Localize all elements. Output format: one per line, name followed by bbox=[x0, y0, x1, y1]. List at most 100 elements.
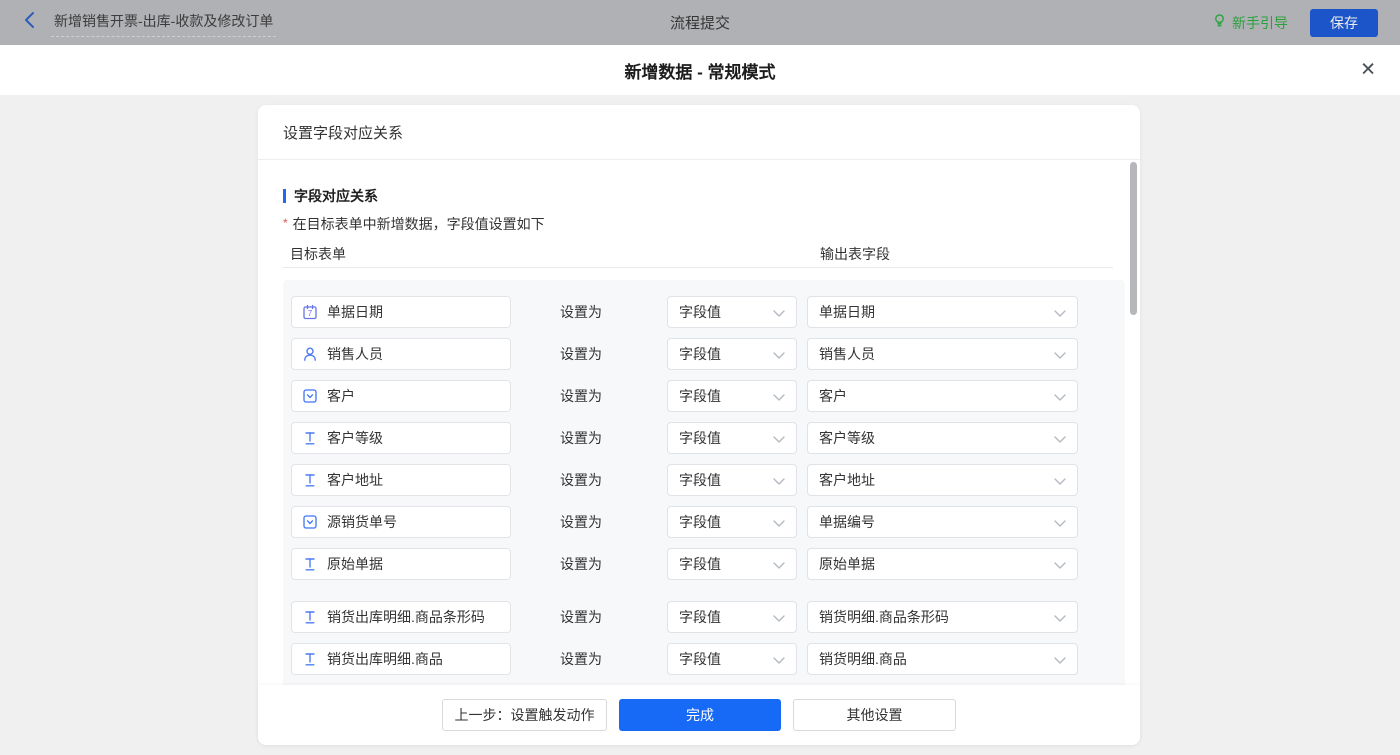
column-header-target-form: 目标表单 bbox=[290, 246, 346, 262]
field-mapping-row: 客户地址 设置为 字段值 客户地址 bbox=[291, 464, 1125, 496]
save-button[interactable]: 保存 bbox=[1310, 8, 1378, 37]
chevron-left-icon bbox=[22, 11, 38, 34]
output-field-select[interactable]: 客户地址 bbox=[807, 464, 1078, 496]
output-select-value: 原始单据 bbox=[819, 556, 875, 572]
text-icon bbox=[302, 651, 318, 667]
method-select-value: 字段值 bbox=[679, 388, 721, 404]
chevron-down-icon bbox=[1054, 304, 1066, 320]
set-as-label: 设置为 bbox=[560, 556, 602, 572]
workflow-title[interactable]: 新增销售开票-出库-收款及修改订单 bbox=[51, 9, 277, 37]
method-select-value: 字段值 bbox=[679, 346, 721, 362]
output-select-value: 销售人员 bbox=[819, 346, 875, 362]
modal-title: 新增数据 - 常规模式 bbox=[624, 62, 776, 82]
output-field-select[interactable]: 原始单据 bbox=[807, 548, 1078, 580]
target-field-box[interactable]: 销货出库明细.商品条形码 bbox=[291, 601, 511, 633]
target-field-box[interactable]: 销货出库明细.商品 bbox=[291, 643, 511, 675]
method-select-value: 字段值 bbox=[679, 472, 721, 488]
target-field-box[interactable]: 客户地址 bbox=[291, 464, 511, 496]
rows-container: 7 单据日期 设置为 字段值 单据日期 销售人员 设置为 字段值 销售人员 客户… bbox=[283, 280, 1125, 685]
chevron-down-icon bbox=[1054, 514, 1066, 530]
set-as-label: 设置为 bbox=[560, 514, 602, 530]
target-field-box[interactable]: 7 单据日期 bbox=[291, 296, 511, 328]
vertical-scrollbar-thumb[interactable] bbox=[1130, 162, 1137, 315]
output-field-select[interactable]: 销货明细.商品 bbox=[807, 643, 1078, 675]
field-mapping-row: 客户 设置为 字段值 客户 bbox=[291, 380, 1125, 412]
chevron-down-icon bbox=[773, 472, 785, 488]
modal-header: 新增数据 - 常规模式 ✕ bbox=[0, 45, 1400, 95]
chevron-down-icon bbox=[1054, 651, 1066, 667]
chevron-down-icon bbox=[773, 430, 785, 446]
method-select[interactable]: 字段值 bbox=[667, 422, 797, 454]
set-as-label: 设置为 bbox=[560, 430, 602, 446]
method-select[interactable]: 字段值 bbox=[667, 548, 797, 580]
svg-text:7: 7 bbox=[308, 309, 313, 318]
chevron-down-icon bbox=[1054, 556, 1066, 572]
target-field-box[interactable]: 销售人员 bbox=[291, 338, 511, 370]
column-header-divider bbox=[283, 267, 1113, 268]
text-icon bbox=[302, 472, 318, 488]
target-field-label: 客户等级 bbox=[327, 430, 383, 446]
target-field-box[interactable]: 客户等级 bbox=[291, 422, 511, 454]
target-field-label: 销货出库明细.商品条形码 bbox=[327, 609, 485, 625]
method-select[interactable]: 字段值 bbox=[667, 380, 797, 412]
done-button[interactable]: 完成 bbox=[619, 699, 781, 731]
output-field-select[interactable]: 客户等级 bbox=[807, 422, 1078, 454]
column-header-output-field: 输出表字段 bbox=[820, 246, 890, 262]
select-icon bbox=[302, 388, 318, 404]
topbar: 新增销售开票-出库-收款及修改订单 流程提交 新手引导 保存 bbox=[0, 0, 1400, 45]
method-select-value: 字段值 bbox=[679, 609, 721, 625]
previous-step-button[interactable]: 上一步：设置触发动作 bbox=[442, 699, 607, 731]
text-icon bbox=[302, 609, 318, 625]
method-select[interactable]: 字段值 bbox=[667, 296, 797, 328]
output-field-select[interactable]: 客户 bbox=[807, 380, 1078, 412]
output-field-select[interactable]: 销货明细.商品条形码 bbox=[807, 601, 1078, 633]
field-mapping-card: 设置字段对应关系 字段对应关系 * 在目标表单中新增数据，字段值设置如下 目标表单… bbox=[258, 105, 1140, 745]
output-field-select[interactable]: 单据编号 bbox=[807, 506, 1078, 538]
set-as-label: 设置为 bbox=[560, 472, 602, 488]
output-field-select[interactable]: 销售人员 bbox=[807, 338, 1078, 370]
target-field-label: 客户地址 bbox=[327, 472, 383, 488]
method-select[interactable]: 字段值 bbox=[667, 506, 797, 538]
target-field-box[interactable]: 原始单据 bbox=[291, 548, 511, 580]
workflow-type-label: 流程提交 bbox=[669, 15, 731, 32]
output-field-select[interactable]: 单据日期 bbox=[807, 296, 1078, 328]
chevron-down-icon bbox=[1054, 388, 1066, 404]
chevron-down-icon bbox=[773, 514, 785, 530]
method-select-value: 字段值 bbox=[679, 304, 721, 320]
beginner-guide-label: 新手引导 bbox=[1232, 14, 1288, 31]
method-select[interactable]: 字段值 bbox=[667, 464, 797, 496]
field-mapping-row: 客户等级 设置为 字段值 客户等级 bbox=[291, 422, 1125, 454]
target-field-label: 客户 bbox=[327, 388, 355, 404]
chevron-down-icon bbox=[1054, 430, 1066, 446]
method-select-value: 字段值 bbox=[679, 514, 721, 530]
chevron-down-icon bbox=[773, 346, 785, 362]
required-asterisk: * bbox=[283, 216, 288, 230]
set-as-label: 设置为 bbox=[560, 651, 602, 667]
field-mapping-row: 7 单据日期 设置为 字段值 单据日期 bbox=[291, 296, 1125, 328]
field-mapping-row: 销货出库明细.商品 设置为 字段值 销货明细.商品 bbox=[291, 643, 1125, 675]
target-field-box[interactable]: 源销货单号 bbox=[291, 506, 511, 538]
method-select[interactable]: 字段值 bbox=[667, 601, 797, 633]
text-icon bbox=[302, 430, 318, 446]
card-footer: 上一步：设置触发动作 完成 其他设置 bbox=[258, 685, 1140, 745]
chevron-down-icon bbox=[773, 556, 785, 572]
other-settings-button[interactable]: 其他设置 bbox=[793, 699, 956, 731]
card-title: 设置字段对应关系 bbox=[258, 105, 1140, 160]
back-button[interactable] bbox=[22, 11, 38, 34]
method-select-value: 字段值 bbox=[679, 556, 721, 572]
set-as-label: 设置为 bbox=[560, 388, 602, 404]
target-field-box[interactable]: 客户 bbox=[291, 380, 511, 412]
method-select[interactable]: 字段值 bbox=[667, 338, 797, 370]
chevron-down-icon bbox=[773, 651, 785, 667]
field-mapping-row: 销售人员 设置为 字段值 销售人员 bbox=[291, 338, 1125, 370]
field-mapping-row: 原始单据 设置为 字段值 原始单据 bbox=[291, 548, 1125, 580]
beginner-guide-link[interactable]: 新手引导 bbox=[1212, 13, 1288, 33]
section-title: 字段对应关系 bbox=[294, 188, 378, 204]
calendar-icon: 7 bbox=[302, 304, 318, 320]
chevron-down-icon bbox=[773, 609, 785, 625]
close-icon[interactable]: ✕ bbox=[1360, 61, 1376, 80]
set-as-label: 设置为 bbox=[560, 304, 602, 320]
field-mapping-row: 销货出库明细.商品条形码 设置为 字段值 销货明细.商品条形码 bbox=[291, 601, 1125, 633]
method-select-value: 字段值 bbox=[679, 651, 721, 667]
method-select[interactable]: 字段值 bbox=[667, 643, 797, 675]
